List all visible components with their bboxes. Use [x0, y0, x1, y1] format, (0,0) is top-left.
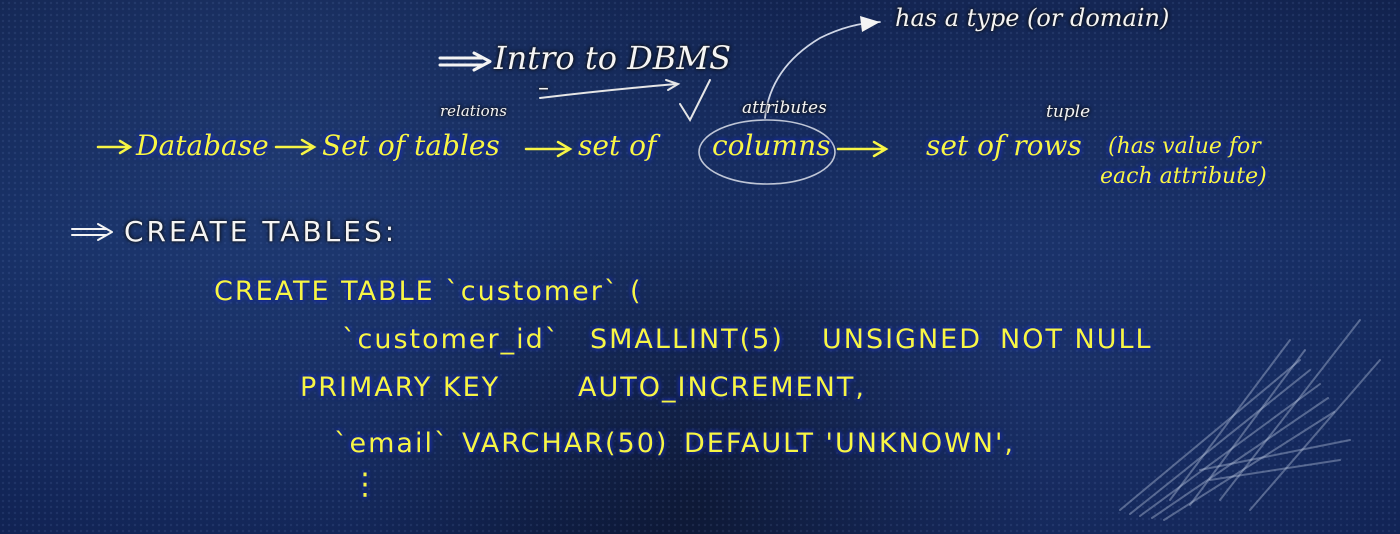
set-of-tables-label: Set of tables — [322, 129, 500, 162]
title-underline — [539, 79, 681, 99]
sql-line-1: CREATE TABLE `customer` ( — [214, 276, 643, 307]
sql-email-column: `email` — [334, 428, 450, 459]
set-of-prefix: set of — [578, 129, 657, 162]
section-heading: CREATE TABLES: — [124, 215, 398, 248]
sql-customer-id-column: `customer_id` — [342, 324, 561, 355]
database-arrow-icon — [96, 139, 133, 155]
title-arrow-icon — [438, 51, 492, 72]
row-note-line1: (has value for — [1108, 134, 1261, 159]
database-label: Database — [136, 129, 269, 162]
chalk-scribble — [1119, 319, 1381, 521]
sql-unsigned: UNSIGNED — [822, 324, 983, 355]
sql-smallint-type: SMALLINT(5) — [590, 324, 784, 355]
sql-auto-increment: AUTO_INCREMENT, — [578, 372, 866, 403]
arrow-to-columns-icon — [524, 140, 573, 158]
row-note-line2: each attribute) — [1100, 164, 1267, 189]
tuple-note: tuple — [1046, 102, 1091, 122]
columns-label: columns — [712, 129, 831, 162]
sql-continuation: ⋮ — [350, 467, 382, 502]
arrow-to-rows-icon — [836, 140, 889, 158]
type-note: has a type (or domain) — [895, 4, 1170, 32]
sql-primary-key: PRIMARY KEY — [300, 372, 501, 403]
relations-note: relations — [440, 102, 508, 120]
arrow-to-tables-icon — [274, 138, 317, 156]
heading-arrow-icon — [71, 223, 113, 241]
sql-varchar-type: VARCHAR(50) — [462, 428, 669, 459]
set-of-rows-label: set of rows — [926, 129, 1082, 162]
chalkboard: Intro to DBMS – has a type (or domain) r… — [0, 0, 1400, 534]
title-dash: – — [538, 76, 549, 101]
sql-default-value: DEFAULT 'UNKNOWN', — [684, 428, 1015, 459]
